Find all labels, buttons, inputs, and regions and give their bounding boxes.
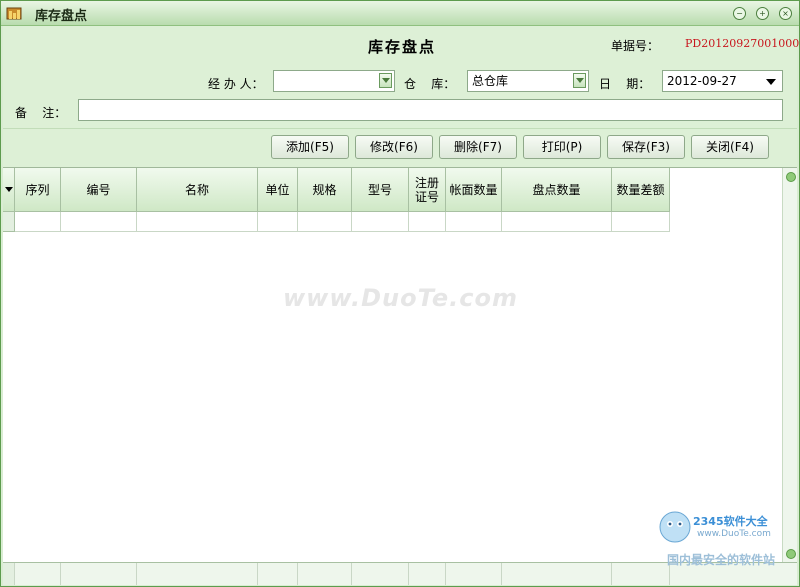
doc-no-value: PD201209270010001 <box>685 37 800 50</box>
table-cell[interactable] <box>258 212 298 232</box>
close-window-icon[interactable]: × <box>779 7 792 20</box>
close-button[interactable]: 关闭(F4) <box>691 135 769 159</box>
col-header-index[interactable]: 序列 <box>15 168 61 212</box>
warehouse-value: 总仓库 <box>472 74 509 88</box>
site-watermark: www.DuoTe.com <box>283 284 518 312</box>
summary-cell <box>446 563 502 585</box>
summary-cell <box>502 563 612 585</box>
summary-cell <box>298 563 352 585</box>
form-area: 库存盘点 单据号： PD201209270010001 经 办 人： 仓 库： … <box>3 26 800 129</box>
col-header-name[interactable]: 名称 <box>137 168 258 212</box>
table-cell[interactable] <box>15 212 61 232</box>
save-button[interactable]: 保存(F3) <box>607 135 685 159</box>
handler-label: 经 办 人： <box>208 77 264 91</box>
col-header-code[interactable]: 编号 <box>61 168 137 212</box>
table-cell[interactable] <box>612 212 670 232</box>
row-selector-header[interactable] <box>3 168 15 212</box>
table-cell[interactable] <box>298 212 352 232</box>
summary-cell <box>137 563 258 585</box>
logo-url-text: www.DuoTe.com <box>697 529 771 539</box>
main-window: 库存盘点 − + × 库存盘点 单据号： PD201209270010001 经… <box>0 0 800 587</box>
toolbar: 添加(F5) 修改(F6) 删除(F7) 打印(P) 保存(F3) 关闭(F4) <box>3 129 797 167</box>
minimize-icon[interactable]: − <box>733 7 746 20</box>
date-value: 2012-09-27 <box>667 74 737 88</box>
col-header-spec[interactable]: 规格 <box>298 168 352 212</box>
title-bar: 库存盘点 − + × <box>1 1 799 26</box>
document-title: 库存盘点 <box>368 38 437 56</box>
date-dropdown-icon[interactable] <box>766 79 776 85</box>
col-header-counted-qty[interactable]: 盘点数量 <box>502 168 612 212</box>
inventory-grid: 序列 编号 名称 单位 规格 型号 注册 证号 帐面数量 盘点数量 数量差额 w… <box>3 167 797 563</box>
remark-input[interactable] <box>78 99 783 121</box>
add-button[interactable]: 添加(F5) <box>271 135 349 159</box>
doc-no-label: 单据号： <box>611 39 660 53</box>
logo-brand-text: 2345软件大全 <box>693 515 768 528</box>
summary-cell <box>61 563 137 585</box>
table-cell[interactable] <box>446 212 502 232</box>
logo-slogan-text: 国内最安全的软件站 <box>667 553 776 567</box>
warehouse-select[interactable]: 总仓库 <box>467 70 589 92</box>
col-header-registration-no[interactable]: 注册 证号 <box>409 168 446 212</box>
maximize-icon[interactable]: + <box>756 7 769 20</box>
table-cell[interactable] <box>137 212 258 232</box>
edit-button[interactable]: 修改(F6) <box>355 135 433 159</box>
warehouse-dropdown-icon[interactable] <box>573 73 586 88</box>
handler-select[interactable] <box>273 70 395 92</box>
col-header-qty-diff[interactable]: 数量差额 <box>612 168 670 212</box>
row-selector[interactable] <box>3 212 15 232</box>
col-header-model[interactable]: 型号 <box>352 168 409 212</box>
table-cell[interactable] <box>409 212 446 232</box>
app-inventory-icon <box>6 7 22 20</box>
col-header-unit[interactable]: 单位 <box>258 168 298 212</box>
scroll-up-icon[interactable] <box>786 172 796 182</box>
window-title: 库存盘点 <box>35 9 88 24</box>
corner-logo-watermark: 2345软件大全 www.DuoTe.com 国内最安全的软件站 <box>653 509 799 569</box>
table-cell[interactable] <box>61 212 137 232</box>
vertical-scrollbar[interactable] <box>782 168 797 563</box>
delete-button[interactable]: 删除(F7) <box>439 135 517 159</box>
remark-label: 备 注： <box>15 106 67 120</box>
table-cell[interactable] <box>502 212 612 232</box>
summary-cell <box>258 563 298 585</box>
col-header-book-qty[interactable]: 帐面数量 <box>446 168 502 212</box>
handler-dropdown-icon[interactable] <box>379 73 392 88</box>
table-cell[interactable] <box>352 212 409 232</box>
date-picker[interactable]: 2012-09-27 <box>662 70 783 92</box>
summary-cell <box>352 563 409 585</box>
summary-cell <box>15 563 61 585</box>
date-label: 日 期： <box>599 77 651 91</box>
summary-cell <box>3 563 15 585</box>
warehouse-label: 仓 库： <box>404 77 456 91</box>
summary-cell <box>409 563 446 585</box>
print-button[interactable]: 打印(P) <box>523 135 601 159</box>
mascot-icon <box>659 511 691 543</box>
